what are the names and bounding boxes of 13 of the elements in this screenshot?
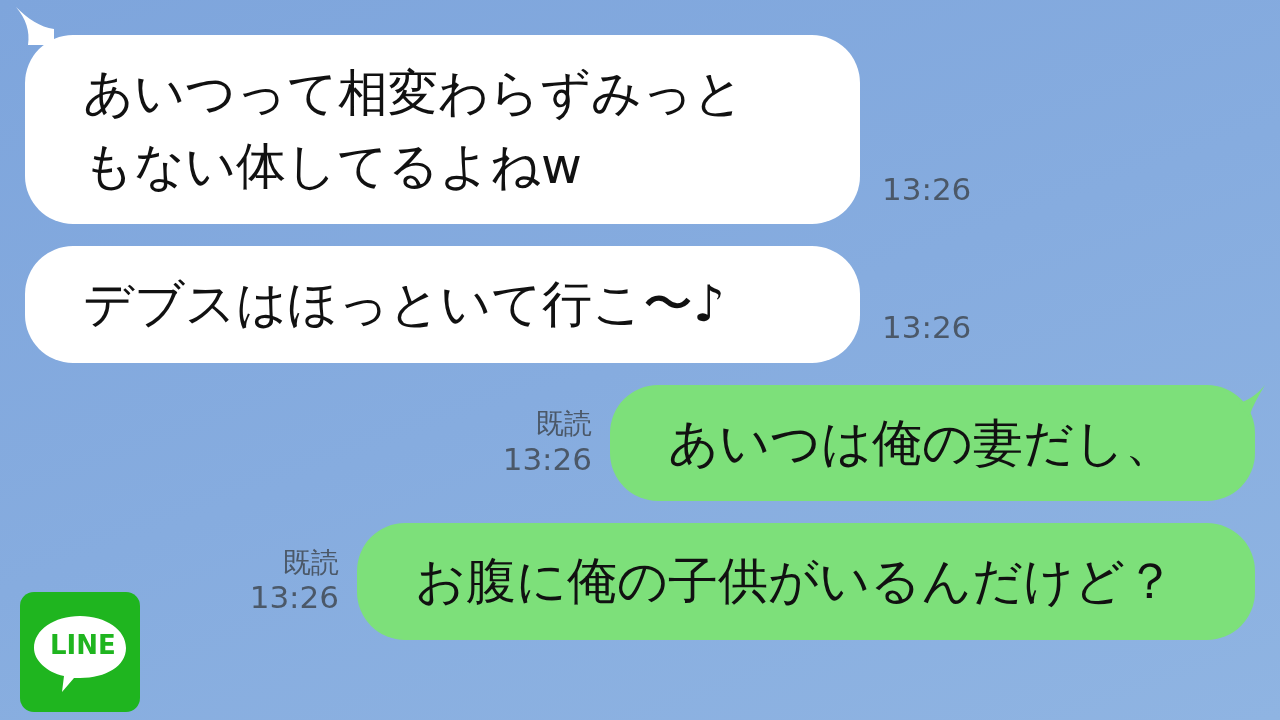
message-time: 13:26 [249,579,339,617]
logo-text: LINE [50,632,116,658]
message-time: 13:26 [882,169,972,209]
message-time: 13:26 [882,308,972,347]
message-bubble: お腹に俺の子供がいるんだけど？ [357,523,1255,640]
message-time: 13:26 [502,440,592,479]
message-bubble: あいつって相変わらずみっともない体してるよねw [25,35,860,224]
message-bubble: あいつは俺の妻だし、 [610,384,1255,501]
read-label: 既読 [283,545,339,580]
message-bubble: デブスはほっといて行こ〜♪ [25,246,860,363]
speech-bubble-icon [32,614,128,694]
bubble-tail [14,5,54,45]
read-label: 既読 [536,407,592,441]
